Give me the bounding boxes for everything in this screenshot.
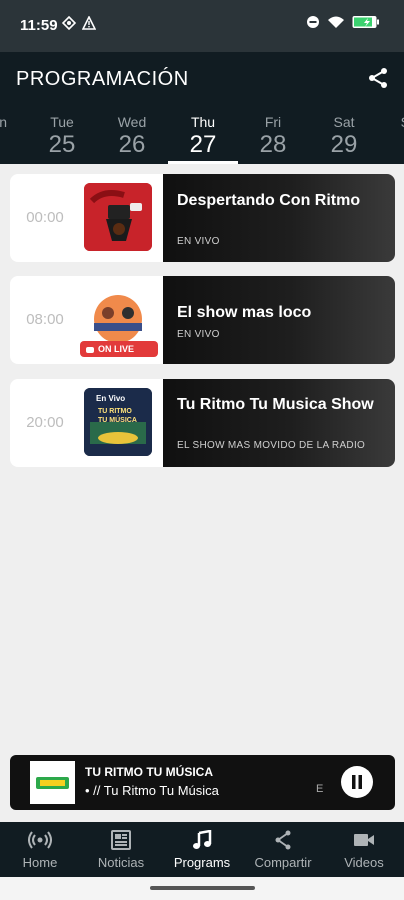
program-time: 00:00 bbox=[26, 209, 64, 226]
program-info: Despertando Con Ritmo EN VIVO bbox=[163, 174, 395, 262]
page-title: PROGRAMACIÓN bbox=[16, 68, 189, 90]
day-tab-thu[interactable]: Thu 27 bbox=[168, 114, 238, 164]
thumb-live-text: En Vivo bbox=[96, 394, 126, 403]
day-tab-fri[interactable]: Fri 28 bbox=[238, 114, 308, 164]
nav-label: Videos bbox=[344, 855, 384, 870]
player-scroll-text: E bbox=[316, 783, 324, 795]
status-bar: 11:59 bbox=[0, 0, 404, 52]
day-tab-wed[interactable]: Wed 26 bbox=[97, 114, 167, 164]
badge-label: ON LIVE bbox=[98, 344, 135, 354]
radio-icon bbox=[28, 831, 52, 849]
nav-label: Compartir bbox=[254, 855, 312, 870]
program-thumbnail bbox=[84, 183, 152, 251]
app-header: PROGRAMACIÓN n Tue 25 Wed 26 Thu 27 Fri … bbox=[0, 52, 404, 164]
home-gesture-handle[interactable] bbox=[150, 886, 255, 890]
pause-icon bbox=[352, 775, 362, 789]
status-system-icons bbox=[306, 15, 382, 29]
program-subtitle: EL SHOW MAS MOVIDO DE LA RADIO bbox=[177, 440, 366, 451]
program-title: El show mas loco bbox=[177, 304, 312, 321]
live-dot-icon bbox=[86, 346, 94, 353]
gesture-bar bbox=[0, 877, 404, 900]
music-note-icon bbox=[193, 830, 212, 849]
thumb-title-line1: TU RITMO bbox=[98, 408, 132, 415]
thumb-title-line2: TU MÚSICA bbox=[98, 417, 137, 424]
day-number: 28 bbox=[259, 131, 287, 158]
program-title: Despertando Con Ritmo bbox=[177, 192, 361, 209]
program-subtitle: EN VIVO bbox=[177, 329, 220, 340]
player-station-title: TU RITMO TU MÚSICA bbox=[85, 765, 213, 779]
warning-icon bbox=[82, 16, 96, 30]
nav-label: Noticias bbox=[97, 855, 145, 870]
bottom-navigation: Home Noticias Programs Compartir Videos bbox=[0, 822, 404, 877]
nav-videos[interactable]: Videos bbox=[324, 822, 404, 877]
program-card[interactable]: 00:00 Despertando Con Ritmo EN VIVO bbox=[10, 174, 395, 262]
vpn-diamond-icon bbox=[62, 16, 76, 30]
player-track-title: • // Tu Ritmo Tu Música bbox=[85, 783, 219, 798]
program-info: Tu Ritmo Tu Musica Show EL SHOW MAS MOVI… bbox=[163, 379, 395, 467]
battery-icon bbox=[352, 16, 379, 28]
pause-button[interactable] bbox=[341, 766, 373, 798]
share-icon bbox=[275, 830, 291, 850]
nav-label: Home bbox=[22, 855, 58, 870]
coffee-maker-image-icon bbox=[84, 183, 152, 251]
day-number: 25 bbox=[48, 131, 76, 158]
program-subtitle: EN VIVO bbox=[177, 236, 220, 247]
program-card[interactable]: 20:00 En Vivo TU RITMO TU MÚSICA Tu Ritm… bbox=[10, 379, 395, 467]
wifi-icon bbox=[328, 16, 344, 28]
program-time: 08:00 bbox=[26, 311, 64, 328]
program-card[interactable]: 08:00 ON LIVE El show mas loco EN VIVO bbox=[10, 276, 395, 364]
station-logo-icon bbox=[30, 761, 75, 804]
day-name: Wed bbox=[117, 114, 147, 130]
day-name: S bbox=[366, 114, 404, 130]
day-tab-sun[interactable]: S bbox=[366, 114, 404, 164]
day-number: 26 bbox=[118, 131, 146, 158]
nav-label: Programs bbox=[173, 855, 231, 870]
nav-noticias[interactable]: Noticias bbox=[81, 822, 161, 877]
day-number: 27 bbox=[189, 131, 217, 158]
day-selector: n Tue 25 Wed 26 Thu 27 Fri 28 Sat 29 S bbox=[0, 114, 404, 164]
share-icon bbox=[369, 68, 387, 88]
video-camera-icon bbox=[354, 834, 374, 846]
program-thumbnail: En Vivo TU RITMO TU MÚSICA bbox=[84, 388, 152, 456]
nav-home[interactable]: Home bbox=[0, 822, 80, 877]
active-day-indicator bbox=[168, 161, 238, 164]
program-time: 20:00 bbox=[26, 414, 64, 431]
program-title: Tu Ritmo Tu Musica Show bbox=[177, 396, 374, 413]
day-tab-tue[interactable]: Tue 25 bbox=[27, 114, 97, 164]
status-notification-icons bbox=[62, 16, 96, 30]
program-info: El show mas loco EN VIVO bbox=[163, 276, 395, 364]
day-name: Thu bbox=[190, 114, 216, 130]
day-name: Tue bbox=[50, 114, 74, 130]
on-live-badge: ON LIVE bbox=[80, 341, 158, 357]
nav-programs[interactable]: Programs bbox=[162, 822, 242, 877]
station-logo bbox=[30, 761, 75, 804]
mini-player[interactable]: TU RITMO TU MÚSICA • // Tu Ritmo Tu Músi… bbox=[10, 755, 395, 810]
news-icon bbox=[111, 830, 131, 850]
day-name: Fri bbox=[264, 114, 282, 130]
do-not-disturb-icon bbox=[307, 16, 319, 28]
nav-compartir[interactable]: Compartir bbox=[243, 822, 323, 877]
status-time: 11:59 bbox=[20, 17, 58, 34]
share-button[interactable] bbox=[366, 66, 390, 90]
